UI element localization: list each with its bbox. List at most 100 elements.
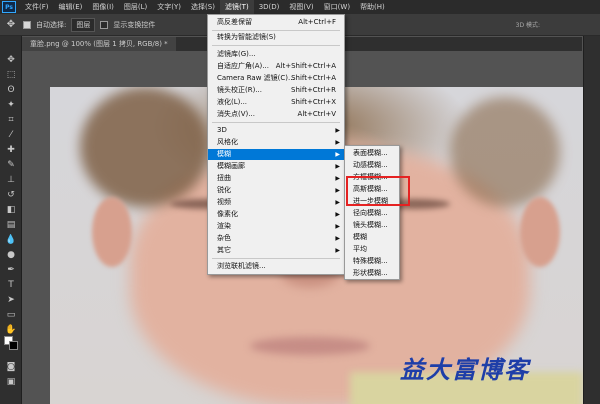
menu-item-3d[interactable]: 3D ▶ [208,125,344,136]
submenu-item-blur[interactable]: 模糊 [345,232,399,243]
menu-item-label: 浏览联机滤镜... [217,262,266,270]
menu-3d[interactable]: 3D(D) [254,0,285,14]
menu-item-label: 锐化 [217,186,231,194]
blur-submenu: 表面模糊... 动感模糊... 方框模糊... 高斯模糊... 进一步模糊 径向… [344,145,400,280]
lasso-icon[interactable]: ʘ [4,84,18,96]
hand-icon[interactable]: ✋ [4,324,18,336]
photoshop-logo: Ps [2,1,16,13]
menu-item-other[interactable]: 其它 ▶ [208,245,344,256]
menu-item-blur[interactable]: 模糊 ▶ [208,149,344,160]
tools-panel: ✥ ⬚ ʘ ✦ ⌗ ⁄ ✚ ✎ ⊥ ↺ ◧ ▤ 💧 ● ✒ T ➤ ▭ ✋ ◙ … [0,36,22,404]
submenu-arrow-icon: ▶ [335,139,340,146]
submenu-arrow-icon: ▶ [335,127,340,134]
filter-menu: 高反差保留 Alt+Ctrl+F 转换为智能滤镜(S) 滤镜库(G)... 自适应… [207,14,345,275]
menu-edit[interactable]: 编辑(E) [54,0,88,14]
menu-item-sharpen[interactable]: 锐化 ▶ [208,185,344,196]
menu-item-adaptive-wide[interactable]: 自适应广角(A)... Alt+Shift+Ctrl+A [208,61,344,72]
marquee-icon[interactable]: ⬚ [4,69,18,81]
menu-type[interactable]: 文字(Y) [152,0,186,14]
move-tool-icon[interactable]: ✥ [4,18,18,32]
menu-item-label: 滤镜库(G)... [217,50,256,58]
menu-item-label: 液化(L)... [217,98,248,106]
menu-item-label: 消失点(V)... [217,110,255,118]
menu-item-video[interactable]: 视频 ▶ [208,197,344,208]
background-color-swatch[interactable] [9,341,18,350]
submenu-item-shape-blur[interactable]: 形状模糊... [345,268,399,279]
menu-item-label: 渲染 [217,222,231,230]
submenu-item-average[interactable]: 平均 [345,244,399,255]
quick-mask-icon[interactable]: ◙ [4,361,18,373]
menu-separator [212,122,340,123]
watermark: 益大富博客 [400,355,530,384]
menu-separator [212,258,340,259]
right-panel-strip [583,36,600,404]
blur-icon[interactable]: 💧 [4,234,18,246]
menu-item-stylize[interactable]: 风格化 ▶ [208,137,344,148]
menu-item-label: 模糊画廊 [217,162,245,170]
menu-window[interactable]: 窗口(W) [319,0,355,14]
submenu-arrow-icon: ▶ [335,247,340,254]
crop-icon[interactable]: ⌗ [4,114,18,126]
menu-help[interactable]: 帮助(H) [355,0,390,14]
submenu-arrow-icon: ▶ [335,223,340,230]
menu-item-label: 转换为智能滤镜(S) [217,33,276,41]
menu-layer[interactable]: 图层(L) [119,0,152,14]
magic-wand-icon[interactable]: ✦ [4,99,18,111]
menu-item-liquify[interactable]: 液化(L)... Shift+Ctrl+X [208,97,344,108]
submenu-item-radial-blur[interactable]: 径向模糊... [345,208,399,219]
submenu-item-surface-blur[interactable]: 表面模糊... [345,148,399,159]
menu-item-vanishing-point[interactable]: 消失点(V)... Alt+Ctrl+V [208,109,344,120]
menu-item-filter-gallery[interactable]: 滤镜库(G)... [208,49,344,60]
menu-item-label: 其它 [217,246,231,254]
menu-item-label: 自适应广角(A)... [217,62,269,70]
submenu-arrow-icon: ▶ [335,151,340,158]
auto-select-checkbox[interactable] [23,20,31,29]
brush-icon[interactable]: ✎ [4,159,18,171]
healing-icon[interactable]: ✚ [4,144,18,156]
stamp-icon[interactable]: ⊥ [4,174,18,186]
menu-item-blur-gallery[interactable]: 模糊画廊 ▶ [208,161,344,172]
screen-mode-icon[interactable]: ▣ [4,376,18,388]
shape-icon[interactable]: ▭ [4,309,18,321]
show-transform-label: 显示变换控件 [113,20,156,29]
show-transform-checkbox[interactable] [100,20,109,29]
menu-item-label: 风格化 [217,138,238,146]
document-tab[interactable]: 童脸.png @ 100% (图层 1 拷贝, RGB/8) * [22,37,176,51]
submenu-item-smart-blur[interactable]: 特殊模糊... [345,256,399,267]
ear-right [520,197,560,267]
menu-item-distort[interactable]: 扭曲 ▶ [208,173,344,184]
menu-filter[interactable]: 滤镜(T) [219,0,254,14]
menu-item-browse-online[interactable]: 浏览联机滤镜... [208,261,344,272]
menu-item-label: 3D [217,126,227,134]
menu-item-label: 杂色 [217,234,231,242]
3d-mode-label: 3D 模式: [515,22,540,29]
menu-image[interactable]: 图像(I) [87,0,119,14]
history-brush-icon[interactable]: ↺ [4,189,18,201]
type-icon[interactable]: T [4,279,18,291]
eraser-icon[interactable]: ◧ [4,204,18,216]
eyedropper-icon[interactable]: ⁄ [4,129,18,141]
menu-select[interactable]: 选择(S) [186,0,220,14]
menu-item-convert-smart[interactable]: 转换为智能滤镜(S) [208,32,344,43]
submenu-arrow-icon: ▶ [335,163,340,170]
submenu-item-motion-blur[interactable]: 动感模糊... [345,160,399,171]
menu-item-lens-correction[interactable]: 镜头校正(R)... Shift+Ctrl+R [208,85,344,96]
pen-icon[interactable]: ✒ [4,264,18,276]
move-icon[interactable]: ✥ [4,54,18,66]
gradient-icon[interactable]: ▤ [4,219,18,231]
menu-item-noise[interactable]: 杂色 ▶ [208,233,344,244]
menu-view[interactable]: 视图(V) [284,0,318,14]
menu-item-high-pass[interactable]: 高反差保留 Alt+Ctrl+F [208,17,344,28]
menu-item-camera-raw[interactable]: Camera Raw 滤镜(C)... Shift+Ctrl+A [208,73,344,84]
menu-item-shortcut: Alt+Ctrl+V [297,110,336,118]
menu-item-label: 视频 [217,198,231,206]
menu-item-render[interactable]: 渲染 ▶ [208,221,344,232]
menu-item-pixelate[interactable]: 像素化 ▶ [208,209,344,220]
submenu-item-lens-blur[interactable]: 镜头模糊... [345,220,399,231]
auto-select-dropdown[interactable]: 图层 [71,17,96,32]
path-select-icon[interactable]: ➤ [4,294,18,306]
submenu-arrow-icon: ▶ [335,235,340,242]
dodge-icon[interactable]: ● [4,249,18,261]
menu-file[interactable]: 文件(F) [20,0,54,14]
menu-item-shortcut: Shift+Ctrl+R [291,86,336,94]
